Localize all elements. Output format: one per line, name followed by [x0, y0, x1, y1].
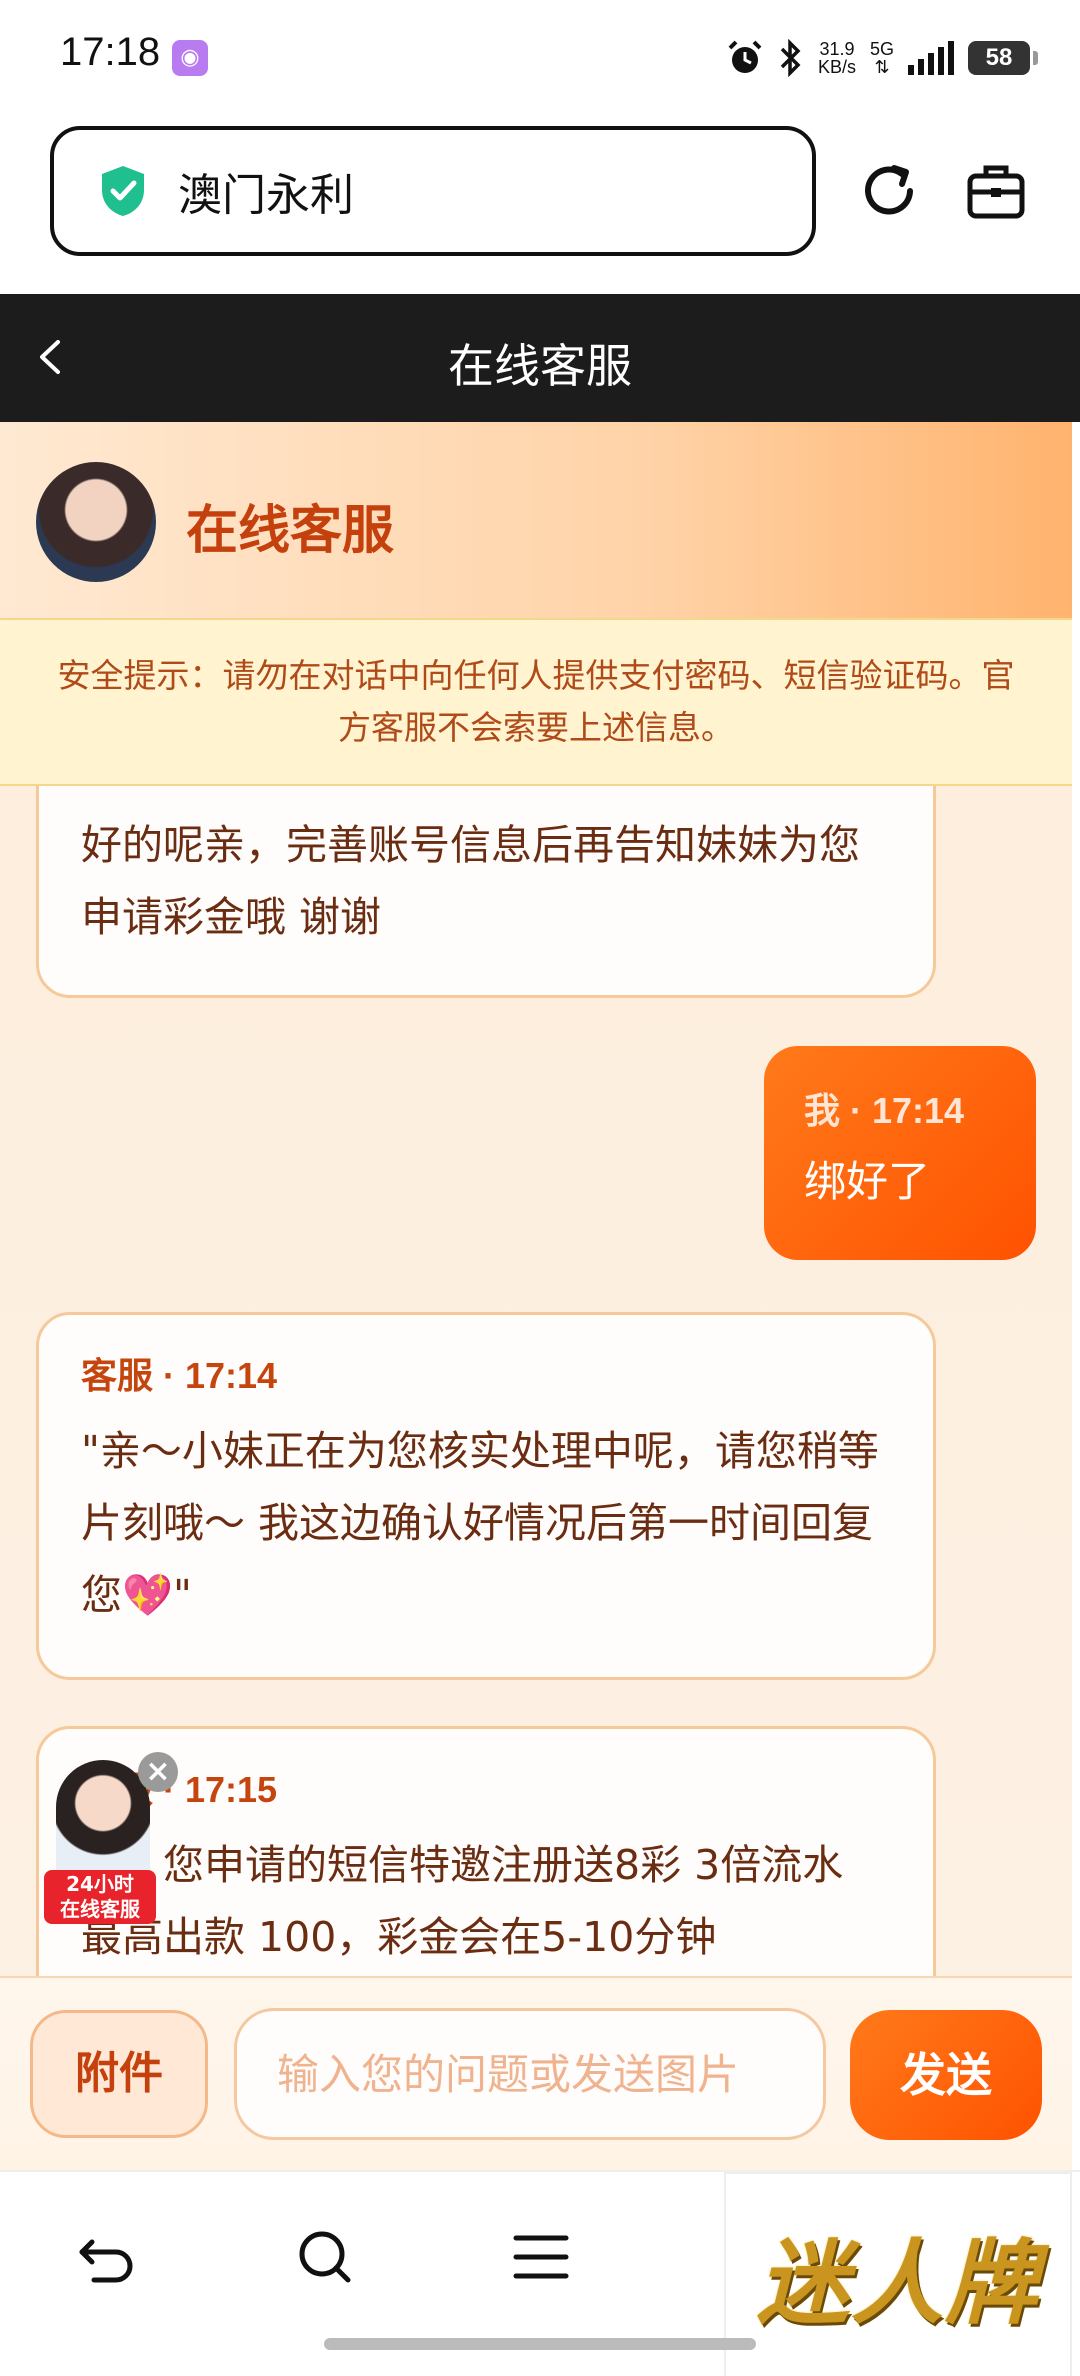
undo-icon[interactable] [72, 2222, 142, 2292]
security-notice: 安全提示：请勿在对话中向任何人提供支付密码、短信验证码。官方客服不会索要上述信息… [0, 618, 1072, 786]
purple-app-icon: ◉ [172, 40, 208, 76]
status-right: 31.9 KB/s 5G ⇅ 58 [726, 36, 1038, 80]
address-bar[interactable]: 澳门永利 [50, 126, 816, 256]
alarm-icon [728, 40, 762, 73]
floating-support-badge[interactable]: 24小时 在线客服 × [42, 1752, 178, 1924]
message-meta: 客服 · 17:15 [81, 1769, 278, 1810]
message-input[interactable] [234, 2008, 826, 2140]
battery-icon: 58 [968, 41, 1038, 75]
support-agent-image [56, 1760, 150, 1880]
reload-icon[interactable] [858, 160, 920, 222]
home-indicator[interactable] [324, 2338, 756, 2350]
toolbox-icon[interactable] [966, 162, 1026, 220]
chat-title: 在线客服 [186, 501, 395, 561]
network-speed: 31.9 KB/s [817, 39, 856, 77]
message-meta: 我 · 17:14 [804, 1090, 965, 1131]
page-title: 在线客服 [448, 339, 632, 393]
attach-button[interactable]: 附件 [30, 2010, 208, 2138]
search-icon[interactable] [290, 2222, 360, 2292]
signal-icon [908, 41, 954, 75]
message-text: 好的呢亲，完善账号信息后再告知妹妹为您申请彩金哦 谢谢 [81, 821, 860, 941]
promo-text: 迷人牌 [756, 2228, 1039, 2337]
agent-message: 客服 · 17:14 "亲～小妹正在为您核实处理中呢，请您稍等片刻哦～ 我这边确… [36, 1312, 936, 1680]
send-button[interactable]: 发送 [850, 2010, 1042, 2140]
browser-toolbar: 澳门永利 [0, 110, 1080, 294]
user-message: 我 · 17:14 绑好了 [764, 1046, 1036, 1260]
network-type: 5G ⇅ [869, 39, 894, 77]
message-text: 绑好了 [804, 1157, 931, 1206]
message-text: "亲～小妹正在为您核实处理中呢，请您稍等片刻哦～ 我这边确认好情况后第一时间回复… [81, 1427, 879, 1619]
status-time: 17:18 [60, 30, 161, 74]
chat-header: 在线客服 [0, 422, 1072, 618]
message-text: 亲，您申请的短信特邀注册送8彩 3倍流水 最高出款 100，彩金会在5-10分钟 [81, 1841, 844, 1961]
promo-banner[interactable]: 迷人牌 [724, 2172, 1072, 2376]
menu-icon[interactable] [506, 2222, 576, 2292]
bluetooth-icon [780, 39, 801, 77]
support-badge-label: 24小时 在线客服 [44, 1870, 156, 1924]
status-bar: 17:18 ◉ 31.9 KB/s 5G ⇅ 58 [0, 0, 1080, 110]
page-header: 在线客服 [0, 294, 1080, 422]
message-meta: 客服 · 17:14 [81, 1355, 278, 1396]
agent-avatar[interactable] [36, 462, 156, 582]
url-text: 澳门永利 [178, 170, 354, 221]
agent-message: 好的呢亲，完善账号信息后再告知妹妹为您申请彩金哦 谢谢 [36, 786, 936, 998]
shield-check-icon [102, 166, 144, 216]
message-input-bar: 附件 发送 [0, 1976, 1072, 2170]
close-icon[interactable]: × [138, 1752, 178, 1792]
